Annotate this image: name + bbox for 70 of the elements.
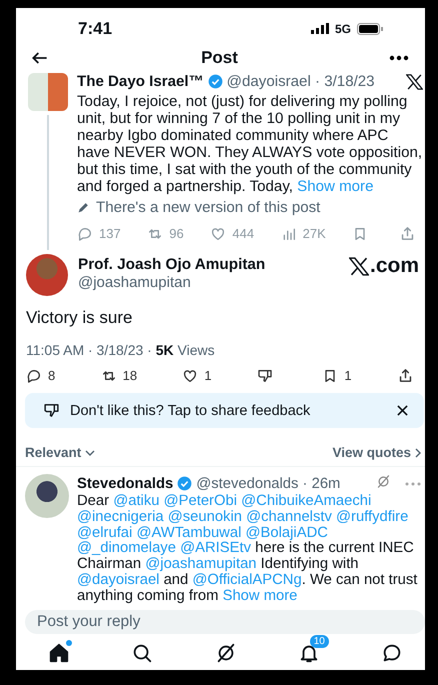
avatar-photo <box>26 254 68 296</box>
like-button[interactable]: 444 <box>210 226 254 242</box>
repost-button[interactable]: 96 <box>147 226 184 242</box>
reply-text: Dear @atiku @PeterObi @ChibuikeAmaechi @inecnigeria @seunokin @channelstv @ruffydfire @elrufai @AWTambuwal @BolajiADC @_dinomelaye @ARISEtv here is the current INEC Chairman @joashamupitan Identifying with @dayoisrael and @OfficialAPCNg. We can not trust anything coming from Show more <box>77 494 418 605</box>
mention-link[interactable]: @seunokin <box>168 508 242 525</box>
speech-bubble-icon <box>77 226 93 242</box>
mention-link[interactable]: @ChibuikeAmaechi <box>241 493 372 509</box>
source-domain: .com <box>370 254 419 278</box>
show-more-link[interactable]: Show more <box>297 178 374 195</box>
reply-input[interactable]: Post your reply <box>25 610 425 634</box>
slashed-circle-icon <box>376 474 391 489</box>
thumbs-down-icon <box>43 402 60 419</box>
home-icon <box>48 642 70 664</box>
chevron-down-icon <box>85 450 96 456</box>
mention-link[interactable]: @dayoisrael <box>77 572 160 588</box>
heart-icon <box>210 226 226 242</box>
author-handle: @dayoisrael · 3/18/23 <box>226 73 375 90</box>
signal-icon <box>310 23 329 34</box>
like-button[interactable]: 1 <box>182 368 212 384</box>
bar-chart-icon <box>280 226 297 242</box>
view-quotes-link[interactable]: View quotes <box>332 445 421 460</box>
more-dots-icon <box>389 55 409 61</box>
mention-link[interactable]: @_dinomelaye <box>77 540 176 556</box>
x-logo-icon <box>406 74 423 90</box>
mention-link[interactable]: @channelstv <box>246 508 332 525</box>
author-name[interactable]: The Dayo Israel™ <box>77 73 204 90</box>
repost-button[interactable]: 18 <box>100 368 138 384</box>
author-name[interactable]: Stevedonalds <box>77 476 174 492</box>
more-dots-icon[interactable] <box>405 482 421 486</box>
heart-icon <box>182 368 198 384</box>
post-text: Victory is sure <box>26 308 134 328</box>
mention-link[interactable]: @AWTambuwal <box>136 524 242 541</box>
post-text: Today, I rejoice, not (just) for delivering my polling unit, but for winning 7 of the 10 polling unit in my nearby Igbo dominated community where APC have NEVER WON. They ALWAYS vote opposition, but this time, I sat with the youth of the community and forged a partnership. Today, Show more <box>77 93 423 195</box>
mention-link[interactable]: @elrufai <box>77 524 132 541</box>
post-timestamp: 11:05 AM · 3/18/23 · 5K Views <box>26 342 216 358</box>
pencil-icon <box>77 201 90 214</box>
mention-link[interactable]: @ruffydfire <box>336 508 408 525</box>
notifications-tab[interactable]: 10 <box>298 634 330 664</box>
chevron-right-icon <box>415 448 421 458</box>
slashed-circle-icon <box>214 642 236 664</box>
mention-link[interactable]: @BolajiADC <box>246 524 328 541</box>
battery-icon <box>357 22 383 34</box>
avatar-photo <box>25 474 69 518</box>
more-options-button[interactable] <box>389 55 409 61</box>
x-logo-icon <box>348 256 369 276</box>
mention-link[interactable]: @OfficialAPCNg <box>192 572 302 588</box>
views-button[interactable]: 27K <box>280 226 326 242</box>
author-handle: @joashamupitan <box>78 274 191 291</box>
edit-notice[interactable]: There's a new version of this post <box>96 199 320 216</box>
network-label: 5G <box>334 22 351 36</box>
author-handle: @stevedonalds · 26m <box>196 476 340 492</box>
avatar-photo <box>28 73 68 111</box>
bookmark-button[interactable]: 1 <box>322 368 352 384</box>
mention-link[interactable]: @PeterObi <box>164 493 238 509</box>
close-button[interactable] <box>397 405 408 416</box>
mention-link[interactable]: @ARISEtv <box>180 540 251 556</box>
page-title: Post <box>201 48 238 68</box>
mention-link[interactable]: @joashamupitan <box>145 556 257 572</box>
sort-dropdown[interactable]: Relevant <box>25 445 96 460</box>
clock-time: 7:41 <box>78 18 112 38</box>
show-more-link[interactable]: Show more <box>222 588 298 604</box>
reply-button[interactable]: 137 <box>77 226 121 242</box>
mention-link[interactable]: @inecnigeria <box>77 508 164 525</box>
mention-link[interactable]: @atiku <box>113 493 160 509</box>
close-icon <box>397 405 408 416</box>
notification-count-badge: 10 <box>310 634 329 648</box>
thumbs-down-icon <box>257 368 274 384</box>
author-name[interactable]: Prof. Joash Ojo Amupitan <box>78 256 341 274</box>
speech-bubble-icon <box>26 368 42 384</box>
reply-button[interactable]: 8 <box>26 368 56 384</box>
